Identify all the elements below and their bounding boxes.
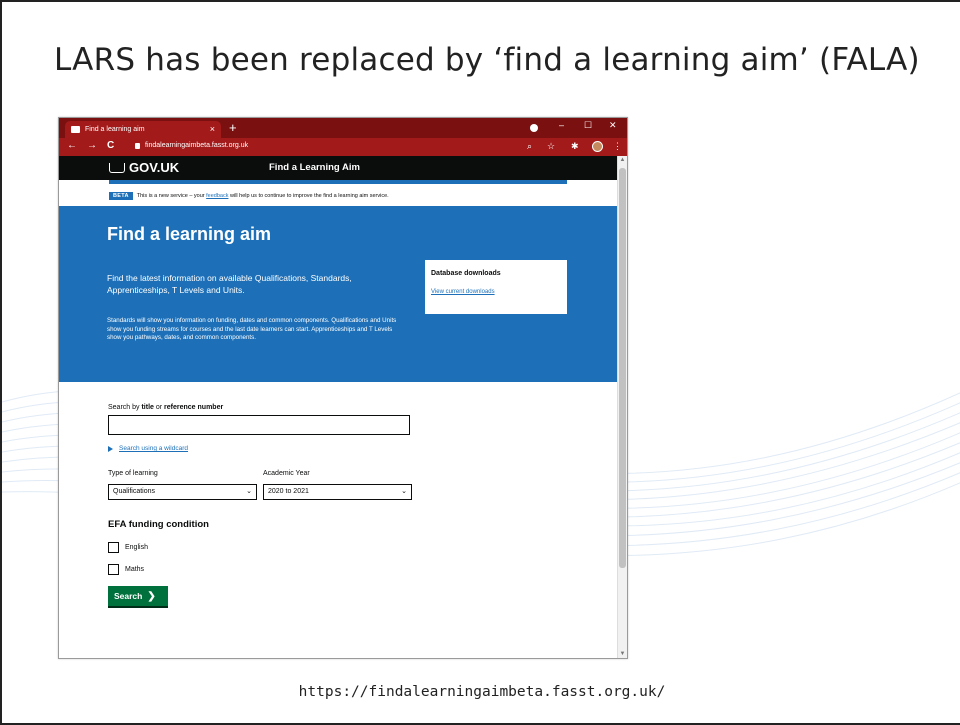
chevron-down-icon: ⌄ <box>246 488 252 495</box>
profile-avatar[interactable] <box>592 141 603 152</box>
lock-icon <box>135 143 140 149</box>
header-rule <box>109 180 567 184</box>
view-downloads-link[interactable]: View current downloads <box>431 289 495 295</box>
new-tab-icon[interactable]: + <box>229 120 237 135</box>
close-window-icon[interactable]: ✕ <box>609 120 617 131</box>
search-button[interactable]: Search ❯ <box>108 586 168 606</box>
search-label-title: title <box>141 404 154 411</box>
efa-funding-heading: EFA funding condition <box>108 519 209 530</box>
reload-icon[interactable]: C <box>107 140 114 151</box>
scroll-down-icon[interactable]: ▼ <box>619 651 626 657</box>
maths-checkbox-row[interactable]: Maths <box>108 564 144 575</box>
search-label-or: or <box>153 404 165 411</box>
maths-checkbox[interactable] <box>108 564 119 575</box>
english-checkbox[interactable] <box>108 542 119 553</box>
tab-strip: Find a learning aim × + – ☐ ✕ <box>59 118 627 138</box>
govuk-header: GOV.UK Find a Learning Aim <box>59 156 617 180</box>
service-name[interactable]: Find a Learning Aim <box>269 162 360 173</box>
slide-footer-url: https://findalearningaimbeta.fasst.org.u… <box>298 684 666 700</box>
govuk-logo[interactable]: GOV.UK <box>129 160 179 175</box>
crown-favicon-icon <box>71 126 80 133</box>
browser-tab[interactable]: Find a learning aim × <box>65 121 221 138</box>
downloads-panel: Database downloads View current download… <box>425 260 567 314</box>
type-of-learning-select[interactable]: Qualifications ⌄ <box>108 484 257 500</box>
chevron-right-icon: ❯ <box>147 590 156 602</box>
scroll-up-icon[interactable]: ▲ <box>619 157 626 163</box>
type-of-learning-label: Type of learning <box>108 470 158 477</box>
search-button-label: Search <box>114 591 143 601</box>
tab-title: Find a learning aim <box>85 126 145 133</box>
url-field[interactable]: findalearningaimbeta.fasst.org.uk <box>145 142 248 149</box>
search-label-ref: reference number <box>164 404 224 411</box>
recording-indicator-icon <box>530 124 538 132</box>
back-icon[interactable]: ← <box>67 140 77 151</box>
hero-lead-text: Find the latest information on available… <box>107 273 352 295</box>
minimize-icon[interactable]: – <box>559 120 564 130</box>
hero-banner: Find a learning aim Find the latest info… <box>59 206 617 382</box>
triangle-right-icon <box>108 445 113 452</box>
address-bar: ← → C findalearningaimbeta.fasst.org.uk … <box>59 138 627 156</box>
phase-banner: BETA This is a new service – your feedba… <box>109 191 389 201</box>
bookmark-star-icon[interactable]: ☆ <box>547 141 555 152</box>
maths-label: Maths <box>125 566 145 573</box>
hero-body-text: Standards will show you information on f… <box>107 317 397 342</box>
phase-text-before: This is a new service – your <box>136 193 207 199</box>
maximize-icon[interactable]: ☐ <box>584 120 592 131</box>
english-checkbox-row[interactable]: English <box>108 542 148 553</box>
page-title: Find a learning aim <box>107 224 272 244</box>
zoom-icon[interactable]: ⌕ <box>527 141 532 152</box>
search-input[interactable] <box>108 415 410 435</box>
phase-text-after: will help us to continue to improve the … <box>228 193 389 199</box>
search-label-prefix: Search by <box>108 404 142 411</box>
scroll-thumb[interactable] <box>619 168 626 568</box>
page-scrollbar[interactable]: ▲ ▼ <box>617 156 627 658</box>
crown-icon <box>109 163 125 173</box>
english-label: English <box>125 544 148 551</box>
beta-tag: BETA <box>109 192 133 200</box>
wildcard-toggle[interactable]: Search using a wildcard <box>108 445 188 452</box>
page-viewport: GOV.UK Find a Learning Aim BETA This is … <box>59 156 617 658</box>
browser-menu-icon[interactable]: ⋮ <box>613 141 622 152</box>
downloads-title: Database downloads <box>431 270 501 277</box>
feedback-link[interactable]: feedback <box>206 193 228 199</box>
search-label: Search by title or reference number <box>108 404 223 411</box>
close-tab-icon[interactable]: × <box>210 121 215 138</box>
browser-window: Find a learning aim × + – ☐ ✕ ← → C find… <box>58 117 628 659</box>
academic-year-select[interactable]: 2020 to 2021 ⌄ <box>263 484 412 500</box>
phase-banner-text: This is a new service – your feedback wi… <box>137 193 389 199</box>
type-of-learning-value: Qualifications <box>113 488 156 495</box>
wildcard-link[interactable]: Search using a wildcard <box>119 445 188 452</box>
slide-title: LARS has been replaced by ‘find a learni… <box>54 42 920 78</box>
extensions-icon[interactable]: ✱ <box>571 141 579 152</box>
chevron-down-icon: ⌄ <box>401 488 407 495</box>
slide: LARS has been replaced by ‘find a learni… <box>0 0 960 725</box>
academic-year-label: Academic Year <box>263 470 310 477</box>
academic-year-value: 2020 to 2021 <box>268 488 309 495</box>
forward-icon[interactable]: → <box>87 140 97 151</box>
